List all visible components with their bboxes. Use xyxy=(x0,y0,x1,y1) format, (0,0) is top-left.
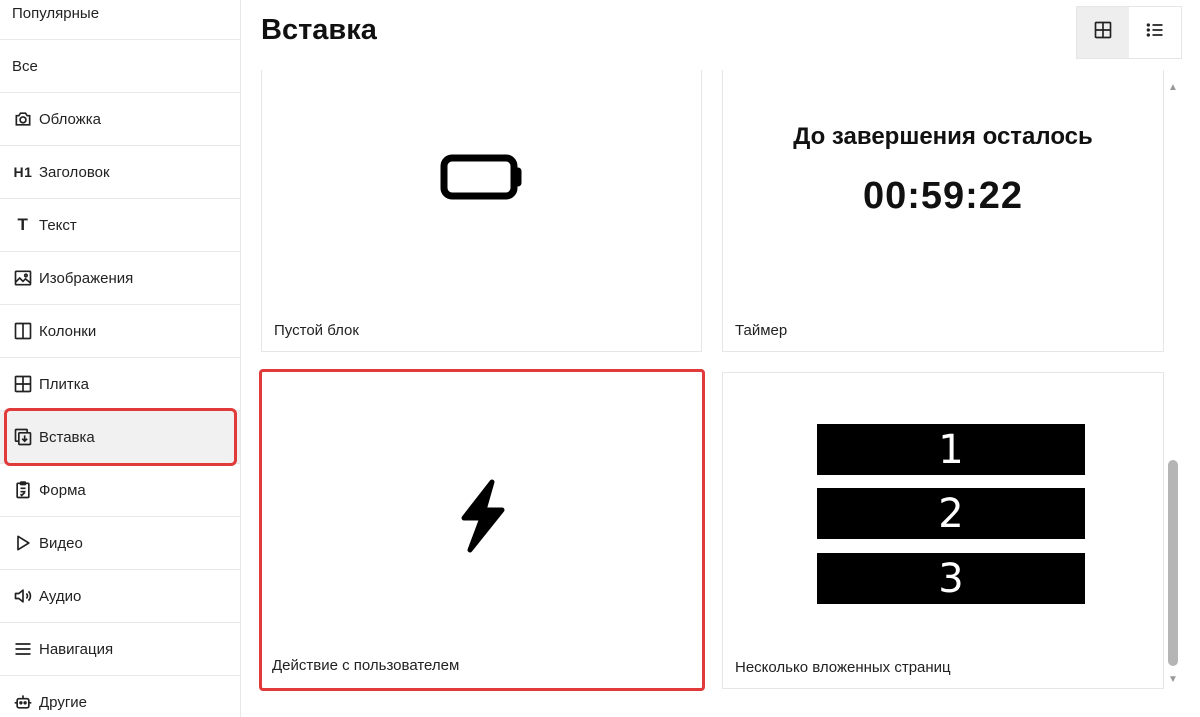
speaker-icon xyxy=(12,585,34,607)
sidebar-item-label: Колонки xyxy=(39,322,97,340)
camera-icon xyxy=(12,108,34,130)
sidebar-item-text[interactable]: T Текст xyxy=(0,199,240,252)
sidebar-item-label: Изображения xyxy=(39,269,134,287)
lightning-icon xyxy=(452,478,512,559)
text-icon: T xyxy=(17,215,29,234)
sidebar-item-columns[interactable]: Колонки xyxy=(0,305,240,358)
list-view-button[interactable] xyxy=(1129,7,1181,58)
card-label: Пустой блок xyxy=(274,322,359,339)
sidebar-item-heading[interactable]: H1 Заголовок xyxy=(0,146,240,199)
clipboard-icon xyxy=(12,479,34,501)
h1-icon: H1 xyxy=(13,164,33,180)
view-toggle xyxy=(1076,6,1182,59)
page-bar: 2 xyxy=(817,488,1085,539)
grid-icon xyxy=(1093,20,1113,45)
image-icon xyxy=(12,267,34,289)
sidebar-item-form[interactable]: Форма xyxy=(0,464,240,517)
play-icon xyxy=(12,532,34,554)
list-icon xyxy=(1145,20,1165,45)
card-label: Несколько вложенных страниц xyxy=(735,659,951,676)
sidebar-item-label: Навигация xyxy=(39,640,114,658)
sidebar-item-label: Плитка xyxy=(39,375,90,393)
sidebar: Популярные Все Обложка H1 Заголовок T Те… xyxy=(0,0,241,717)
sidebar-item-all[interactable]: Все xyxy=(0,40,240,93)
timer-value: 00:59:22 xyxy=(862,175,1024,217)
card-nested-pages[interactable]: 1 2 3 Несколько вложенных страниц xyxy=(722,372,1164,689)
scroll-down-arrow[interactable]: ▼ xyxy=(1168,675,1178,685)
grid-view-button[interactable] xyxy=(1077,7,1129,58)
columns-icon xyxy=(12,320,34,342)
card-label: Таймер xyxy=(735,322,788,339)
sidebar-item-video[interactable]: Видео xyxy=(0,517,240,570)
battery-icon xyxy=(440,154,524,207)
sidebar-item-label: Заголовок xyxy=(39,163,110,181)
card-user-action[interactable]: Действие с пользователем xyxy=(259,369,705,691)
page-bar: 1 xyxy=(817,424,1085,475)
insert-icon xyxy=(12,426,34,448)
sidebar-item-other[interactable]: Другие xyxy=(0,676,240,717)
sidebar-item-audio[interactable]: Аудио xyxy=(0,570,240,623)
page-title: Вставка xyxy=(261,14,377,46)
scrollbar-thumb[interactable] xyxy=(1168,460,1178,666)
grid-icon xyxy=(12,373,34,395)
sidebar-item-label: Текст xyxy=(39,216,77,234)
card-timer[interactable]: До завершения осталось 00:59:22 Таймер xyxy=(722,70,1164,352)
sidebar-item-label: Все xyxy=(12,57,38,75)
sidebar-item-label: Вставка xyxy=(39,428,95,446)
card-label: Действие с пользователем xyxy=(272,657,460,674)
sidebar-item-navigation[interactable]: Навигация xyxy=(0,623,240,676)
sidebar-item-label: Видео xyxy=(39,534,83,552)
scroll-up-arrow[interactable]: ▲ xyxy=(1168,83,1178,93)
sidebar-item-tiles[interactable]: Плитка xyxy=(0,358,240,411)
sidebar-item-label: Популярные xyxy=(12,4,100,22)
robot-icon xyxy=(12,691,34,713)
page-bar: 3 xyxy=(817,553,1085,604)
sidebar-item-images[interactable]: Изображения xyxy=(0,252,240,305)
menu-icon xyxy=(12,638,34,660)
sidebar-item-label: Аудио xyxy=(39,587,82,605)
timer-heading: До завершения осталось xyxy=(793,123,1093,150)
card-empty-block[interactable]: Пустой блок xyxy=(261,70,702,352)
sidebar-item-insert[interactable]: Вставка xyxy=(0,411,240,464)
sidebar-item-popular[interactable]: Популярные xyxy=(0,0,240,40)
sidebar-item-label: Другие xyxy=(39,693,88,711)
sidebar-item-cover[interactable]: Обложка xyxy=(0,93,240,146)
sidebar-item-label: Обложка xyxy=(39,110,101,128)
sidebar-item-label: Форма xyxy=(39,481,86,499)
